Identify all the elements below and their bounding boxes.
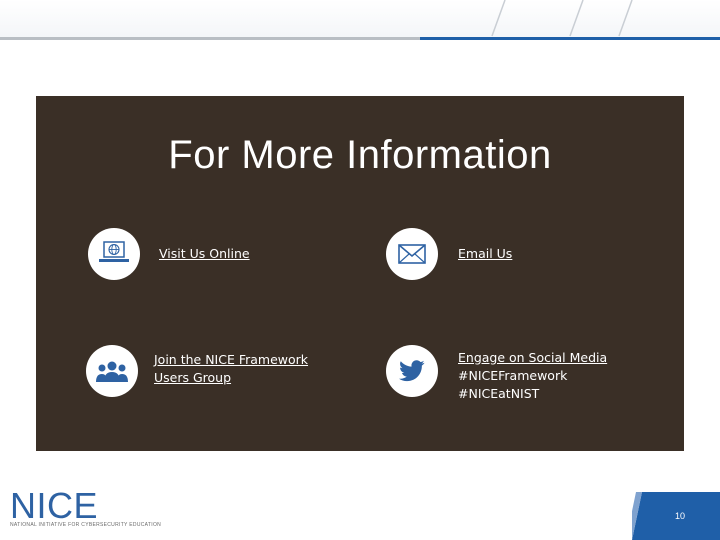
hashtag-niceatnist: #NICEatNIST <box>458 386 540 401</box>
logo-wordmark: NICE <box>10 485 99 526</box>
join-group-link-line1[interactable]: Join the NICE Framework <box>154 351 308 369</box>
visit-online-link[interactable]: Visit Us Online <box>159 245 250 263</box>
nice-logo: NICE NATIONAL INITIATIVE FOR CYBERSECURI… <box>10 488 170 530</box>
logo-tagline: NATIONAL INITIATIVE FOR CYBERSECURITY ED… <box>10 522 162 528</box>
envelope-icon <box>386 228 438 280</box>
laptop-globe-icon <box>88 228 140 280</box>
email-us-link[interactable]: Email Us <box>458 245 512 263</box>
hashtag-niceframework: #NICEFramework <box>458 368 568 383</box>
header-rule-grey <box>0 37 420 40</box>
twitter-bird-icon <box>386 345 438 397</box>
people-group-icon <box>86 345 138 397</box>
header-decoration <box>491 0 633 37</box>
header-rule-blue <box>420 37 720 40</box>
join-group-link-line2[interactable]: Users Group <box>154 369 231 387</box>
slide-title: For More Information <box>168 133 552 177</box>
header-band <box>0 0 720 40</box>
page-number: 10 <box>674 511 685 521</box>
social-media-link[interactable]: Engage on Social Media <box>458 349 607 367</box>
